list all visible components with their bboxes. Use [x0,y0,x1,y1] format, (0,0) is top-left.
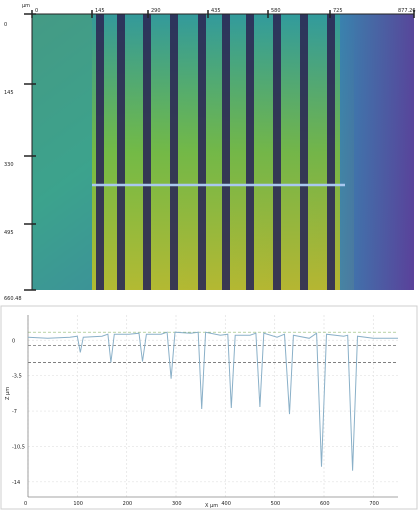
x-tick-label: 200 [123,501,133,507]
top-tick-label: 877.26 [398,8,416,14]
ridge-10 [327,14,335,290]
x-tick-label: 500 [271,501,281,507]
ridge-9 [300,14,308,290]
ridge-8 [273,14,281,290]
top-tick-label: 0 [35,8,38,14]
left-tick-label: 495 [4,230,14,236]
y-axis-label: Z µm [5,387,11,400]
x-tick-label: 700 [369,501,379,507]
profile-chart-panel: 0 100 200 300 400 500 600 700 0 -3,5 -7 -10,5 -14 Z … [0,305,419,511]
unit-label: µm [22,3,30,9]
profile-chart-svg: 0 100 200 300 400 500 600 700 0 -3,5 -7 -10,5 -14 Z … [0,305,418,510]
left-tick-label: 145 [4,90,14,96]
x-tick-label: 100 [73,501,83,507]
surface-image [32,14,414,290]
ridge-5 [198,14,206,290]
y-tick-label: -14 [12,480,20,486]
x-tick-label: 400 [221,501,231,507]
left-tick-label: 330 [4,162,14,168]
y-tick-label: -10,5 [12,444,25,450]
top-tick-label: 580 [271,8,281,14]
x-tick-label: 300 [172,501,182,507]
ridge-7 [246,14,254,290]
x-axis-label: X µm [205,503,218,509]
ridge-6 [222,14,230,290]
x-tick-label: 0 [24,501,27,507]
left-tick-label: 660.48 [4,296,22,300]
left-tick-label: 0 [4,22,7,28]
ridge-1 [96,14,104,290]
ridge-2 [117,14,125,290]
height-map-svg: µm 0 145 290 435 580 725 877.26 0 145 330 495 660.… [4,3,416,302]
top-tick-label: 290 [151,8,161,14]
top-tick-label: 725 [333,8,343,14]
y-tick-label: -3,5 [12,374,22,380]
top-tick-label: 145 [95,8,105,14]
height-map-panel: µm 0 145 290 435 580 725 877.26 0 145 330 495 660.… [0,0,419,302]
ridge-4 [170,14,178,290]
y-tick-label: -7 [12,409,17,415]
left-axis: 0 145 330 495 660.48 [4,13,36,302]
x-tick-label: 600 [320,501,330,507]
y-tick-label: 0 [12,338,15,344]
ridge-3 [143,14,151,290]
top-tick-label: 435 [211,8,221,14]
